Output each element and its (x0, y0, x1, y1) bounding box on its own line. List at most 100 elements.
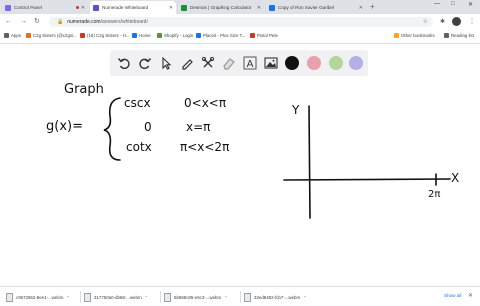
tab-favicon (5, 4, 11, 11)
bookmark-favicon (80, 33, 85, 38)
tab-numerade-whiteboard[interactable]: Numerade Whiteboard ✕ (90, 1, 176, 14)
undo-icon (117, 58, 130, 70)
tab-title: Control Panel (14, 5, 42, 10)
file-icon (244, 292, 251, 302)
bookmark-label: Apps (11, 33, 22, 38)
pen-tool[interactable] (179, 55, 195, 71)
bookmark-c2g-sisters[interactable]: C2g Sisters (@c2gsi... (26, 33, 77, 38)
bookmark-favicon (132, 33, 137, 38)
recording-icon (75, 6, 79, 9)
color-swatch-green[interactable] (329, 56, 343, 70)
chevron-up-icon[interactable]: ⌃ (303, 295, 306, 300)
divider (80, 291, 81, 303)
tools-button[interactable] (200, 55, 216, 71)
bookmark-pistol-pete[interactable]: Pistol Pete (250, 33, 278, 38)
profile-avatar[interactable] (452, 17, 461, 26)
function-label: g(x)= (46, 119, 83, 134)
forward-button[interactable]: → (20, 17, 27, 26)
eraser-icon (223, 58, 235, 70)
bookmark-label: Placeit - Plus Size T... (203, 33, 246, 38)
text-tool[interactable]: A (242, 55, 258, 71)
reading-list-icon (444, 33, 449, 38)
divider (240, 291, 241, 303)
apps-icon (4, 33, 9, 38)
image-tool[interactable] (263, 55, 279, 71)
pen-icon (182, 59, 193, 70)
case1-condition: 0<x<π (184, 96, 226, 110)
tab-copy-of-doc[interactable]: Copy of Ron Xavier Garibel ✕ (266, 1, 366, 14)
download-item[interactable]: 317750a0-db68-...webm ⌃ (84, 292, 148, 302)
extensions-icon[interactable]: ✱ (440, 18, 445, 26)
y-axis-line (308, 105, 311, 219)
download-filename: c9672662-8ee1-...webm (16, 294, 64, 300)
text-icon: A (243, 56, 257, 70)
select-tool[interactable] (158, 55, 174, 71)
bookmark-apps[interactable]: Apps (4, 33, 21, 38)
lock-icon: 🔒 (57, 19, 64, 25)
download-item[interactable]: c9672662-8ee1-...webm ⌃ (6, 292, 70, 302)
x-axis-tick-label: 2π (428, 189, 440, 200)
bookmark-favicon (250, 33, 255, 38)
case3-expression: cotx (126, 140, 152, 154)
bookmark-label: Shopify - Login (164, 33, 194, 38)
minimize-button[interactable]: — (434, 1, 440, 7)
other-bookmarks[interactable]: Other bookmarks (394, 33, 435, 38)
color-swatch-purple[interactable] (349, 56, 363, 70)
case1-expression: cscx (124, 96, 151, 110)
piecewise-brace (103, 97, 121, 161)
tools-icon (201, 56, 215, 68)
folder-icon (394, 33, 399, 38)
menu-icon[interactable]: ⋮ (469, 18, 475, 26)
bookmark-label: Home (139, 33, 151, 38)
url-domain: numerade.com (67, 19, 101, 25)
file-icon (164, 292, 171, 302)
x-axis-line (283, 178, 451, 181)
download-item[interactable]: 5b969c85-e6c3-...webm ⌃ (164, 292, 227, 302)
redo-button[interactable] (137, 55, 153, 71)
bookmark-star-icon[interactable]: ☆ (423, 18, 428, 25)
close-tab-icon[interactable]: ✕ (169, 5, 173, 11)
reload-button[interactable]: ↻ (34, 17, 40, 26)
chevron-up-icon[interactable]: ⌃ (224, 295, 227, 300)
tab-control-panel[interactable]: Control Panel ✕ (2, 1, 88, 14)
back-button[interactable]: ← (5, 17, 12, 26)
download-item[interactable]: 32ed8482-fcb7-...webm ⌃ (244, 292, 307, 302)
bookmark-placeit[interactable]: Placeit - Plus Size T... (196, 33, 245, 38)
text-tool-label: A (247, 59, 254, 70)
x-axis-label: X (451, 171, 459, 185)
tab-favicon (181, 4, 187, 11)
reading-list[interactable]: Reading list (444, 33, 474, 38)
download-filename: 317750a0-db68-...webm (94, 294, 142, 300)
tab-desmos[interactable]: Desmos | Graphing Calculator ✕ (178, 1, 264, 14)
chevron-up-icon[interactable]: ⌃ (66, 295, 69, 300)
eraser-tool[interactable] (221, 55, 237, 71)
download-filename: 5b969c85-e6c3-...webm (174, 294, 222, 300)
file-icon (6, 292, 13, 302)
close-tab-icon[interactable]: ✕ (359, 5, 363, 11)
show-all-downloads-link[interactable]: Show all (444, 293, 461, 298)
image-icon (264, 57, 278, 69)
close-tab-icon[interactable]: ✕ (81, 5, 85, 11)
close-shelf-icon[interactable]: ✕ (468, 292, 473, 299)
browser-toolbar: ← → ↻ 🔒 numerade.com/answers/whiteboard/… (0, 14, 480, 30)
case3-condition: π<x<2π (180, 140, 229, 154)
new-tab-button[interactable]: + (370, 3, 375, 11)
redo-icon (139, 58, 152, 70)
close-tab-icon[interactable]: ✕ (257, 5, 261, 11)
color-swatch-pink[interactable] (307, 56, 321, 70)
bookmark-c2g-sisters-h[interactable]: (18) C2g Sisters - H... (80, 33, 129, 38)
bookmark-label: (18) C2g Sisters - H... (87, 33, 130, 38)
undo-button[interactable] (116, 55, 132, 71)
bookmark-label: Reading list (451, 33, 474, 38)
address-bar[interactable]: 🔒 numerade.com/answers/whiteboard/ ☆ (49, 17, 433, 27)
y-axis-label: Y (291, 103, 300, 117)
maximize-button[interactable]: □ (451, 1, 455, 7)
bookmark-shopify[interactable]: Shopify - Login (157, 33, 193, 38)
bookmark-home[interactable]: Home (132, 33, 151, 38)
cursor-icon (162, 56, 172, 70)
chevron-up-icon[interactable]: ⌃ (145, 295, 148, 300)
file-icon (84, 292, 91, 302)
color-swatch-black[interactable] (285, 56, 299, 70)
tab-title: Numerade Whiteboard (102, 5, 149, 10)
close-window-button[interactable]: ✕ (468, 1, 473, 8)
